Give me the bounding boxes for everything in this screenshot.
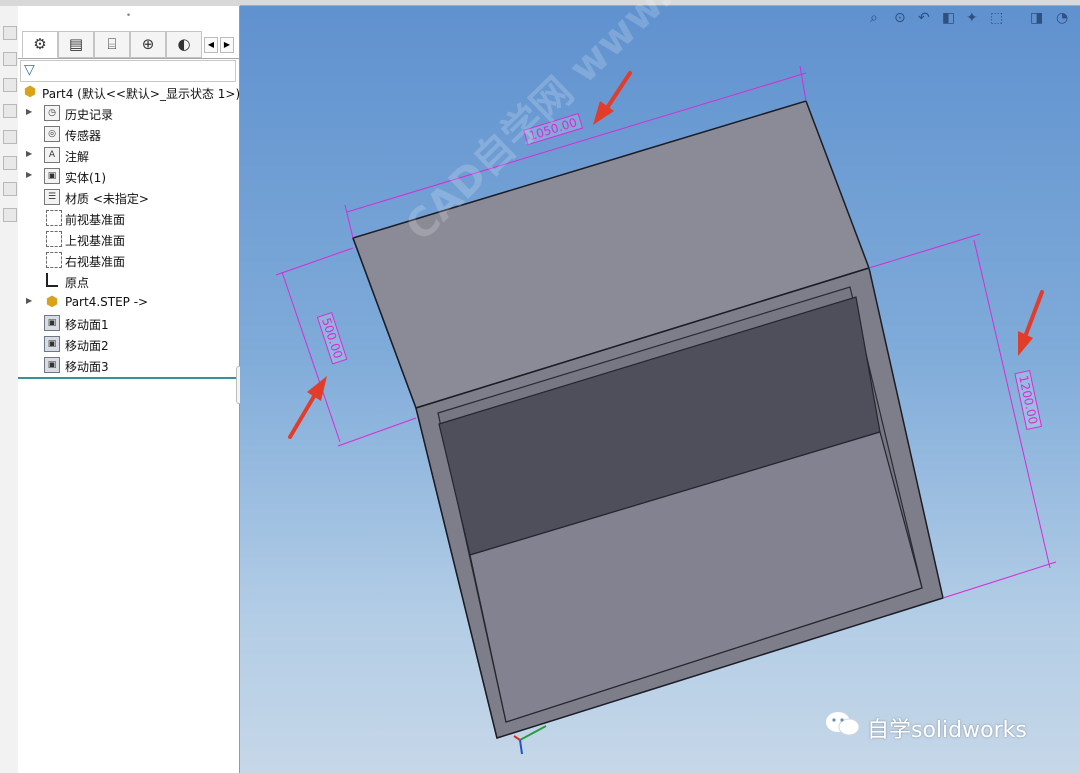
feature-manager-panel: • ⚙ ▤ ⌸ ⊕ ◐ ◀ ▶ ▽ ⬢ Part4 (默认<<默认>_显示状态 …	[18, 6, 240, 773]
property-manager-tab[interactable]: ▤	[58, 31, 94, 58]
task-icon[interactable]	[3, 182, 17, 196]
tree-root[interactable]: ⬢ Part4 (默认<<默认>_显示状态 1>)	[18, 82, 241, 102]
move-face-icon: ▣	[44, 315, 60, 331]
task-icon[interactable]	[3, 104, 17, 118]
tree-item-front-plane[interactable]: 前视基准面	[18, 208, 239, 228]
task-icon[interactable]	[3, 26, 17, 40]
model-scene	[275, 65, 1057, 739]
triad-z-axis	[519, 739, 523, 755]
configuration-manager-tab[interactable]: ⌸	[94, 31, 130, 58]
wechat-account-name: 自学solidworks	[867, 718, 1027, 743]
tree-item-label: 实体(1)	[65, 171, 106, 185]
tab-scroll-left-icon[interactable]: ◀	[204, 37, 218, 53]
task-icon[interactable]	[3, 52, 17, 66]
tree-item-origin[interactable]: 原点	[18, 271, 239, 291]
origin-icon	[46, 273, 58, 287]
tree-item-solid-bodies[interactable]: ▶ ▣ 实体(1)	[18, 166, 239, 186]
triad-y-axis	[519, 725, 547, 741]
tree-item-label: 材质 <未指定>	[65, 192, 149, 206]
move-face-icon: ▣	[44, 357, 60, 373]
tree-item-label: 历史记录	[65, 108, 114, 122]
tree-item-label: 上视基准面	[65, 234, 126, 248]
annotation-icon: A	[44, 147, 60, 163]
tree-filter-input[interactable]: ▽	[20, 60, 236, 82]
plane-icon	[46, 231, 62, 247]
tree-item-move-face-1[interactable]: ▣ 移动面1	[18, 313, 239, 333]
graphics-viewport[interactable]: ⌕ ⊙ ↶ ◧ ✦ ⬚ ◨ ◔ 1050.00 500.00 1200.00 C…	[240, 0, 1080, 773]
tree-item-sensors[interactable]: ◎ 传感器	[18, 124, 239, 144]
tree-item-label: 移动面1	[65, 318, 109, 332]
feature-manager-tab[interactable]: ⚙	[22, 31, 58, 58]
expand-arrow-icon[interactable]: ▶	[26, 170, 34, 179]
filter-icon: ▽	[24, 62, 35, 78]
tree-item-label: 移动面2	[65, 339, 109, 353]
sensor-icon: ◎	[44, 126, 60, 142]
plane-icon	[46, 252, 62, 268]
solid-bodies-icon: ▣	[44, 168, 60, 184]
wechat-icon	[826, 712, 860, 736]
move-face-icon: ▣	[44, 336, 60, 352]
task-icon[interactable]	[3, 78, 17, 92]
part-icon: ⬢	[23, 84, 37, 100]
task-icon[interactable]	[3, 130, 17, 144]
triad-x-axis	[513, 735, 521, 741]
panel-grip[interactable]: •	[18, 6, 239, 26]
tree-item-label: 右视基准面	[65, 255, 126, 269]
task-icon[interactable]	[3, 156, 17, 170]
tree-root-label: Part4 (默认<<默认>_显示状态 1>)	[42, 87, 241, 101]
dimxpert-tab[interactable]: ⊕	[130, 31, 166, 58]
imported-part-icon: ⬢	[45, 294, 59, 310]
tree-item-right-plane[interactable]: 右视基准面	[18, 250, 239, 270]
expand-arrow-icon[interactable]: ▶	[26, 149, 34, 158]
tree-item-annotations[interactable]: ▶ A 注解	[18, 145, 239, 165]
expand-arrow-icon[interactable]: ▶	[26, 296, 34, 305]
tree-item-label: 移动面3	[65, 360, 109, 374]
panel-divider	[18, 377, 239, 379]
task-icon[interactable]	[3, 208, 17, 222]
tree-item-move-face-3[interactable]: ▣ 移动面3	[18, 355, 239, 375]
tree-item-top-plane[interactable]: 上视基准面	[18, 229, 239, 249]
reference-triad	[513, 725, 547, 755]
material-icon: ☰	[44, 189, 60, 205]
expand-arrow-icon[interactable]: ▶	[26, 107, 34, 116]
history-icon: ◷	[44, 105, 60, 121]
tree-item-label: 传感器	[65, 129, 102, 143]
tree-item-imported-part[interactable]: ▶ ⬢ Part4.STEP ->	[18, 292, 239, 312]
tree-item-label: 注解	[65, 150, 90, 164]
tree-item-label: Part4.STEP ->	[65, 295, 149, 309]
tree-item-label: 原点	[65, 276, 90, 290]
tree-item-label: 前视基准面	[65, 213, 126, 227]
tree-item-material[interactable]: ☰ 材质 <未指定>	[18, 187, 239, 207]
display-manager-tab[interactable]: ◐	[166, 31, 202, 58]
tab-scroll-right-icon[interactable]: ▶	[220, 37, 234, 53]
tree-item-move-face-2[interactable]: ▣ 移动面2	[18, 334, 239, 354]
plane-icon	[46, 210, 62, 226]
task-pane-strip	[0, 6, 19, 773]
manager-tabs: ⚙ ▤ ⌸ ⊕ ◐ ◀ ▶	[18, 30, 239, 59]
tree-item-history[interactable]: ▶ ◷ 历史记录	[18, 103, 239, 123]
